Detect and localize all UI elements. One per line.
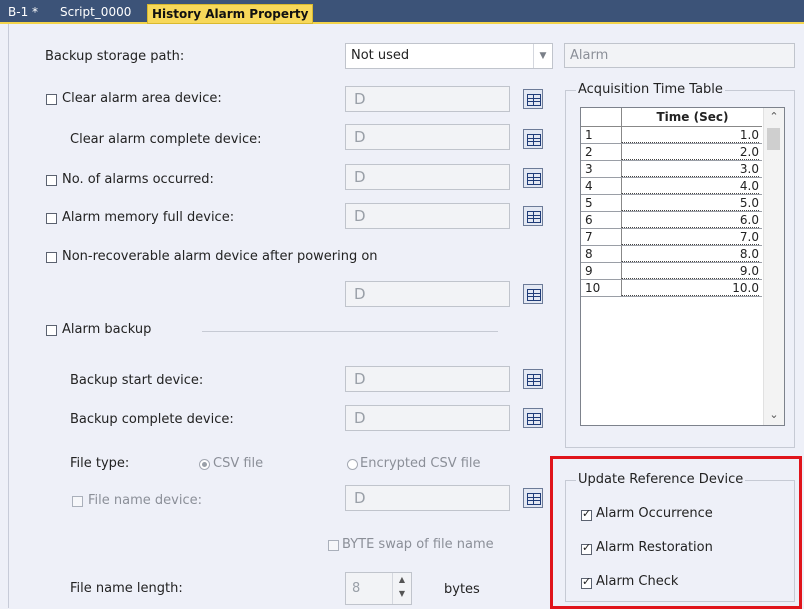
memory-full-field[interactable]: D (345, 203, 510, 229)
non-recoverable-field[interactable]: D (345, 281, 510, 307)
row-value[interactable]: 10.0 (621, 280, 759, 296)
clear-alarm-complete-label: Clear alarm complete device: (70, 132, 262, 147)
acquisition-time-table[interactable]: Time (Sec) 1 1.0 2 2.0 3 3.0 4 4.0 5 5.0 6 6.0… (580, 107, 785, 426)
highlight-box (550, 456, 802, 609)
table-header: Time (Sec) (581, 108, 762, 127)
chevron-up-icon[interactable]: ⌃ (764, 110, 784, 123)
tab-b1[interactable]: B-1 * (4, 3, 42, 22)
tab-history-alarm-property[interactable]: History Alarm Property (147, 4, 314, 24)
table-row[interactable]: 1 1.0 (581, 127, 762, 144)
row-number: 5 (585, 196, 593, 210)
device-browse-icon[interactable] (523, 168, 543, 188)
memory-full-checkbox[interactable] (46, 213, 57, 224)
csv-file-label: CSV file (213, 456, 264, 471)
row-value[interactable]: 5.0 (621, 195, 759, 211)
row-value[interactable]: 8.0 (621, 246, 759, 262)
device-browse-icon[interactable] (523, 206, 543, 226)
row-value[interactable]: 7.0 (621, 229, 759, 245)
spin-up-icon[interactable]: ▲ (393, 573, 411, 587)
file-name-length-label: File name length: (70, 581, 183, 596)
byte-swap-checkbox[interactable] (328, 540, 339, 551)
csv-file-radio[interactable] (199, 459, 210, 470)
encrypted-csv-label: Encrypted CSV file (360, 456, 481, 471)
non-recoverable-checkbox[interactable] (46, 252, 57, 263)
file-name-length-spinner[interactable]: 8 ▲ ▼ (345, 572, 412, 605)
clear-alarm-area-field[interactable]: D (345, 86, 510, 112)
num-alarms-field[interactable]: D (345, 164, 510, 190)
encrypted-csv-radio[interactable] (347, 459, 358, 470)
scrollbar-thumb[interactable] (767, 128, 780, 150)
table-row[interactable]: 8 8.0 (581, 246, 762, 263)
row-number: 7 (585, 230, 593, 244)
device-browse-icon[interactable] (523, 89, 543, 109)
table-scrollbar[interactable]: ⌃ ⌄ (763, 108, 784, 425)
table-row[interactable]: 2 2.0 (581, 144, 762, 161)
device-browse-icon[interactable] (523, 129, 543, 149)
num-alarms-checkbox[interactable] (46, 175, 57, 186)
backup-storage-path-label: Backup storage path: (45, 49, 185, 64)
alarm-backup-checkbox[interactable] (46, 325, 57, 336)
table-row[interactable]: 4 4.0 (581, 178, 762, 195)
row-value[interactable]: 1.0 (621, 127, 759, 143)
device-browse-icon[interactable] (523, 369, 543, 389)
backup-complete-label: Backup complete device: (70, 412, 234, 427)
backup-start-field[interactable]: D (345, 366, 510, 392)
device-browse-icon[interactable] (523, 284, 543, 304)
num-alarms-label: No. of alarms occurred: (62, 172, 214, 187)
table-row[interactable]: 5 5.0 (581, 195, 762, 212)
acquisition-time-table-title: Acquisition Time Table (576, 82, 725, 97)
row-number: 3 (585, 162, 593, 176)
spin-down-icon[interactable]: ▼ (393, 587, 411, 601)
backup-storage-path-select[interactable]: Not used ▼ (345, 43, 553, 69)
row-value[interactable]: 6.0 (621, 212, 759, 228)
clear-alarm-area-label: Clear alarm area device: (62, 91, 222, 106)
file-name-length-value: 8 (352, 581, 361, 596)
file-name-device-checkbox[interactable] (72, 496, 83, 507)
bytes-unit-label: bytes (444, 582, 480, 597)
row-number: 8 (585, 247, 593, 261)
row-number: 9 (585, 264, 593, 278)
alarm-backup-divider (202, 331, 498, 332)
device-browse-icon[interactable] (523, 488, 543, 508)
file-name-device-field[interactable]: D (345, 485, 510, 511)
memory-full-label: Alarm memory full device: (62, 210, 235, 225)
clear-alarm-complete-field[interactable]: D (345, 124, 510, 150)
clear-alarm-area-checkbox[interactable] (46, 94, 57, 105)
file-name-device-label: File name device: (88, 493, 202, 508)
backup-start-label: Backup start device: (70, 373, 204, 388)
row-number: 1 (585, 128, 593, 142)
alarm-backup-label: Alarm backup (62, 322, 152, 337)
backup-storage-path-value: Not used (351, 48, 410, 63)
row-number: 4 (585, 179, 593, 193)
table-row[interactable]: 9 9.0 (581, 263, 762, 280)
device-browse-icon[interactable] (523, 408, 543, 428)
time-column-header: Time (Sec) (621, 108, 763, 126)
row-value[interactable]: 4.0 (621, 178, 759, 194)
row-number: 10 (585, 281, 601, 295)
row-number: 6 (585, 213, 593, 227)
table-row[interactable]: 7 7.0 (581, 229, 762, 246)
byte-swap-label: BYTE swap of file name (342, 537, 494, 552)
table-row[interactable]: 6 6.0 (581, 212, 762, 229)
file-type-label: File type: (70, 456, 130, 471)
non-recoverable-label: Non-recoverable alarm device after power… (62, 249, 378, 264)
table-row[interactable]: 3 3.0 (581, 161, 762, 178)
tab-bar: B-1 * Script_0000 History Alarm Property (0, 0, 804, 24)
backup-complete-field[interactable]: D (345, 405, 510, 431)
tab-script-0000[interactable]: Script_0000 (56, 3, 135, 22)
table-row[interactable]: 10 10.0 (581, 280, 762, 297)
chevron-down-icon[interactable]: ▼ (533, 44, 552, 68)
alarm-name-field: Alarm (564, 43, 795, 68)
row-number: 2 (585, 145, 593, 159)
row-value[interactable]: 2.0 (621, 144, 759, 160)
chevron-down-icon[interactable]: ⌄ (764, 408, 784, 421)
row-value[interactable]: 3.0 (621, 161, 759, 177)
row-value[interactable]: 9.0 (621, 263, 759, 279)
